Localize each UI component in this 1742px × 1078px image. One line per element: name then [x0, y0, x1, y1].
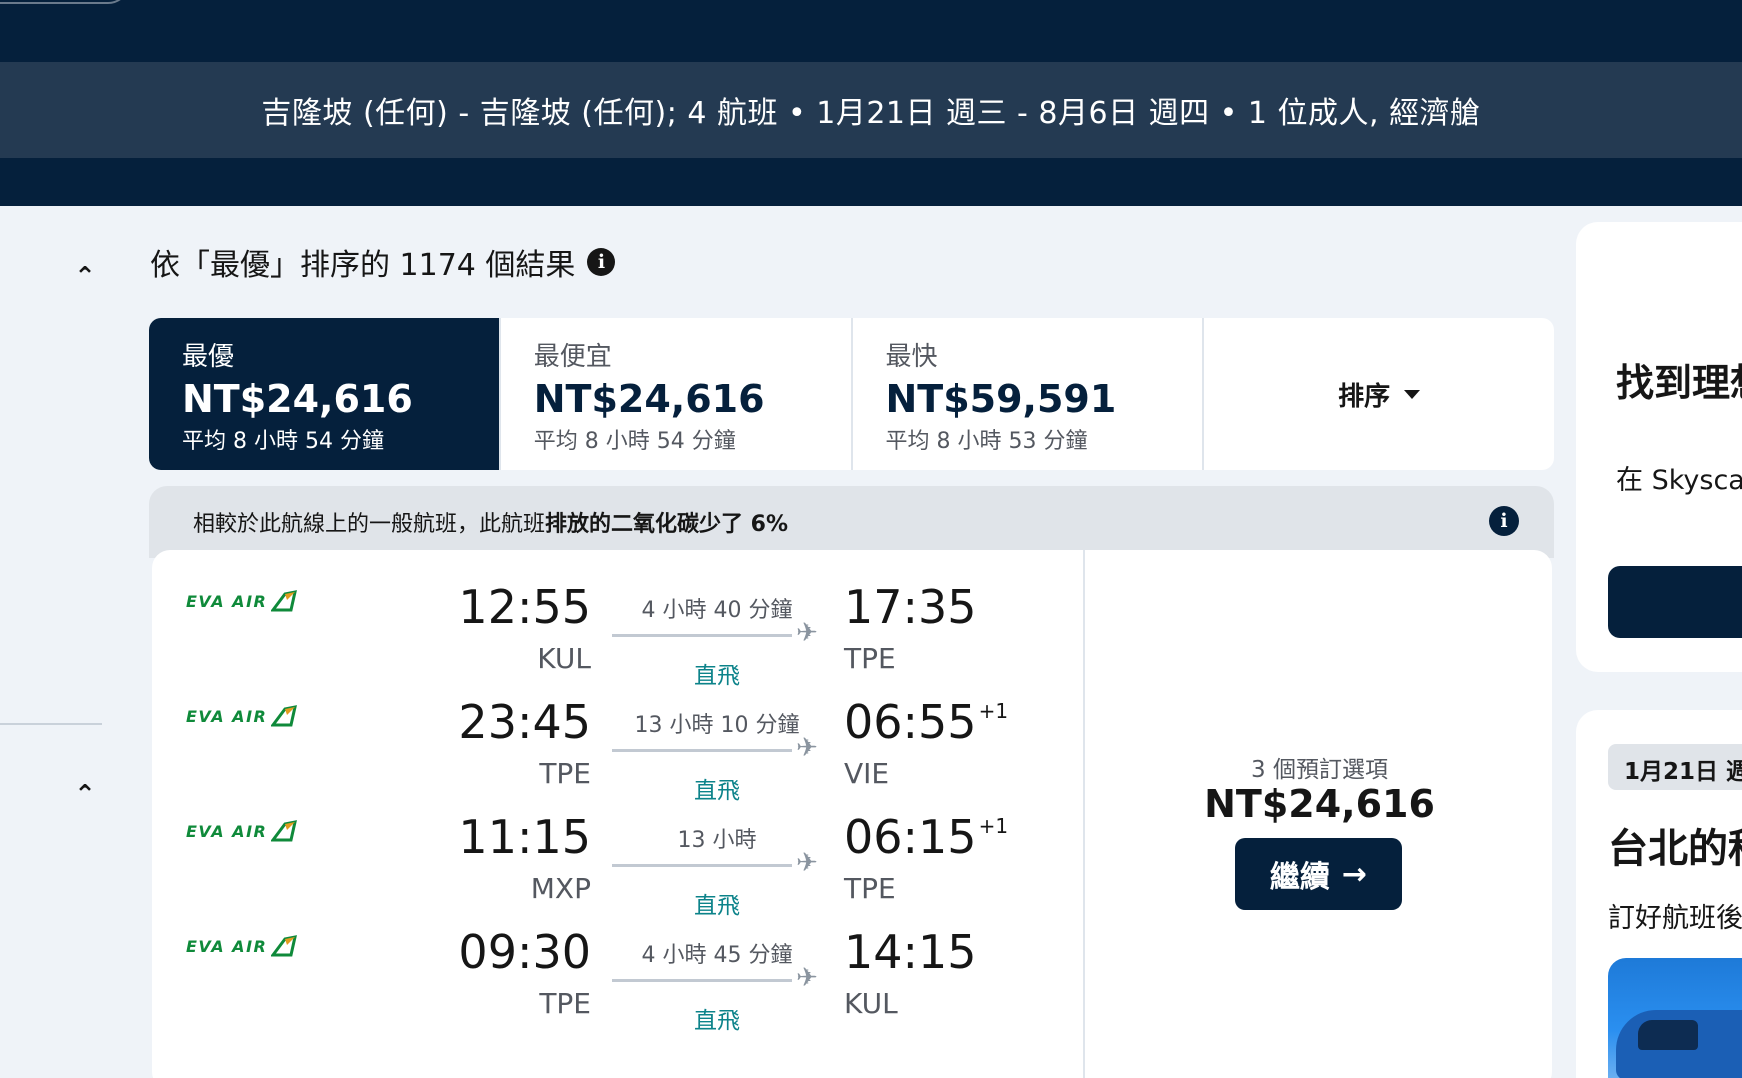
tab-duration: 平均 8 小時 53 分鐘: [885, 429, 1088, 454]
airline-name: EVA AIR: [186, 706, 268, 726]
arrival-time: 06:15 +1: [844, 810, 1008, 864]
flight-result-card[interactable]: EVA AIR 12:55 KUL 4 小時 40 分鐘 ✈ 直飛 17:35 …: [152, 550, 1552, 1078]
booking-price: NT$24,616: [1204, 782, 1435, 826]
airline-logo: EVA AIR: [186, 590, 298, 612]
tab-label: 最快: [885, 342, 938, 372]
arrival-airport: KUL: [844, 987, 898, 1020]
tab-duration: 平均 8 小時 54 分鐘: [533, 429, 736, 454]
route-line: [612, 979, 792, 982]
departure-time: 09:30: [458, 925, 591, 979]
arrival-time: 14:15: [844, 925, 979, 979]
flight-leg: EVA AIR 09:30 TPE 4 小時 45 分鐘 ✈ 直飛 14:15 …: [152, 895, 1085, 1034]
flight-duration: 13 小時 10 分鐘: [634, 713, 800, 738]
eva-air-logo-icon: [271, 820, 298, 842]
car-window-shape: [1638, 1020, 1698, 1050]
promo-title: 找到理想: [1616, 361, 1742, 405]
co2-banner-bold: 排放的二氧化碳少了 6%: [545, 512, 789, 537]
tab-duration: 平均 8 小時 54 分鐘: [182, 429, 384, 454]
arrow-right-icon: →: [1341, 856, 1368, 892]
eva-air-logo-icon: [271, 590, 298, 612]
airline-logo: EVA AIR: [186, 705, 298, 727]
continue-button-label: 繼續: [1269, 860, 1330, 895]
header-pill-button[interactable]: [0, 0, 130, 4]
arrival-time-value: 14:15: [844, 925, 977, 979]
flight-duration: 4 小時 45 分鐘: [641, 943, 793, 968]
top-header: 吉隆坡 (任何) - 吉隆坡 (任何); 4 航班 • 1月21日 週三 - 8…: [0, 0, 1742, 206]
flight-legs: EVA AIR 12:55 KUL 4 小時 40 分鐘 ✈ 直飛 17:35 …: [152, 550, 1085, 1078]
plane-icon: ✈: [796, 848, 818, 878]
co2-banner-prefix: 相較於此航線上的一般航班，此航班: [193, 512, 546, 537]
route-line: [612, 634, 792, 637]
tab-price: NT$24,616: [533, 377, 765, 421]
car-rental-card[interactable]: 1月21日 週三 台北的租 訂好航班後: [1576, 710, 1742, 1078]
car-rental-title: 台北的租: [1608, 826, 1742, 872]
results-title-text: 依「最優」排序的 1174 個結果: [150, 248, 576, 283]
flight-leg: EVA AIR 11:15 MXP 13 小時 ✈ 直飛 06:15 +1 TPE: [152, 780, 1085, 919]
flight-leg: EVA AIR 23:45 TPE 13 小時 10 分鐘 ✈ 直飛 06:55…: [152, 665, 1085, 804]
tab-label: 最便宜: [533, 342, 612, 372]
search-summary-text: 吉隆坡 (任何) - 吉隆坡 (任何); 4 航班 • 1月21日 週三 - 8…: [261, 96, 1481, 131]
info-icon[interactable]: i: [1489, 506, 1519, 536]
departure-time: 12:55: [458, 580, 591, 634]
caret-down-icon: [1404, 389, 1421, 399]
date-chip: 1月21日 週三: [1608, 744, 1742, 790]
arrival-time-value: 06:15: [844, 810, 977, 864]
tab-cheapest[interactable]: 最便宜 NT$24,616 平均 8 小時 54 分鐘: [501, 318, 853, 470]
sort-dropdown[interactable]: 排序: [1204, 318, 1554, 470]
flight-duration: 13 小時: [677, 828, 757, 853]
airline-logo: EVA AIR: [186, 820, 298, 842]
tab-price: NT$24,616: [182, 377, 413, 421]
sort-dropdown-label: 排序: [1338, 381, 1391, 412]
day-offset: +1: [978, 814, 1009, 838]
sort-tabs: 最優 NT$24,616 平均 8 小時 54 分鐘 最便宜 NT$24,616…: [149, 318, 1554, 470]
arrival-time: 17:35: [844, 580, 979, 634]
flight-duration: 4 小時 40 分鐘: [641, 598, 793, 623]
airline-name: EVA AIR: [186, 936, 268, 956]
arrival-time-value: 06:55: [844, 695, 977, 749]
search-summary-bar[interactable]: 吉隆坡 (任何) - 吉隆坡 (任何); 4 航班 • 1月21日 週三 - 8…: [0, 62, 1742, 158]
booking-options-count: 3 個預訂選項: [1251, 757, 1388, 783]
continue-button[interactable]: 繼續 →: [1235, 838, 1402, 910]
plane-icon: ✈: [796, 963, 818, 993]
day-offset: +1: [978, 699, 1009, 723]
route-line: [612, 749, 792, 752]
promo-subtitle: 在 Skyscanner: [1616, 465, 1742, 496]
arrival-time-value: 17:35: [844, 580, 977, 634]
airline-name: EVA AIR: [186, 591, 268, 611]
car-rental-subtitle: 訂好航班後: [1608, 903, 1742, 934]
airline-logo: EVA AIR: [186, 935, 298, 957]
tab-fastest[interactable]: 最快 NT$59,591 平均 8 小時 53 分鐘: [853, 318, 1205, 470]
promo-button[interactable]: [1608, 566, 1742, 638]
filter-divider: [0, 723, 102, 725]
co2-emissions-banner: 相較於此航線上的一般航班，此航班 排放的二氧化碳少了 6% i: [149, 486, 1554, 558]
flight-leg: EVA AIR 12:55 KUL 4 小時 40 分鐘 ✈ 直飛 17:35 …: [152, 550, 1085, 689]
eva-air-logo-icon: [271, 705, 298, 727]
arrival-time: 06:55 +1: [844, 695, 1008, 749]
car-image: [1608, 958, 1742, 1078]
collapse-filter-chevron-up-icon-2[interactable]: ⌃: [70, 780, 100, 810]
plane-icon: ✈: [796, 618, 818, 648]
departure-time: 23:45: [458, 695, 591, 749]
stops-label: 直飛: [694, 1008, 740, 1034]
departure-time: 11:15: [458, 810, 591, 864]
info-icon[interactable]: i: [587, 248, 616, 276]
tab-label: 最優: [182, 342, 235, 372]
promo-card: 找到理想 在 Skyscanner: [1576, 222, 1742, 672]
tab-best[interactable]: 最優 NT$24,616 平均 8 小時 54 分鐘: [149, 318, 501, 470]
eva-air-logo-icon: [271, 935, 298, 957]
departure-airport: TPE: [539, 987, 591, 1020]
results-count-title: 依「最優」排序的 1174 個結果 i: [150, 240, 616, 284]
airline-name: EVA AIR: [186, 821, 268, 841]
booking-panel: 3 個預訂選項 NT$24,616 繼續 →: [1087, 550, 1552, 1078]
route-line: [612, 864, 792, 867]
collapse-filter-chevron-up-icon[interactable]: ⌃: [70, 262, 100, 292]
tab-price: NT$59,591: [885, 377, 1117, 421]
plane-icon: ✈: [796, 733, 818, 763]
